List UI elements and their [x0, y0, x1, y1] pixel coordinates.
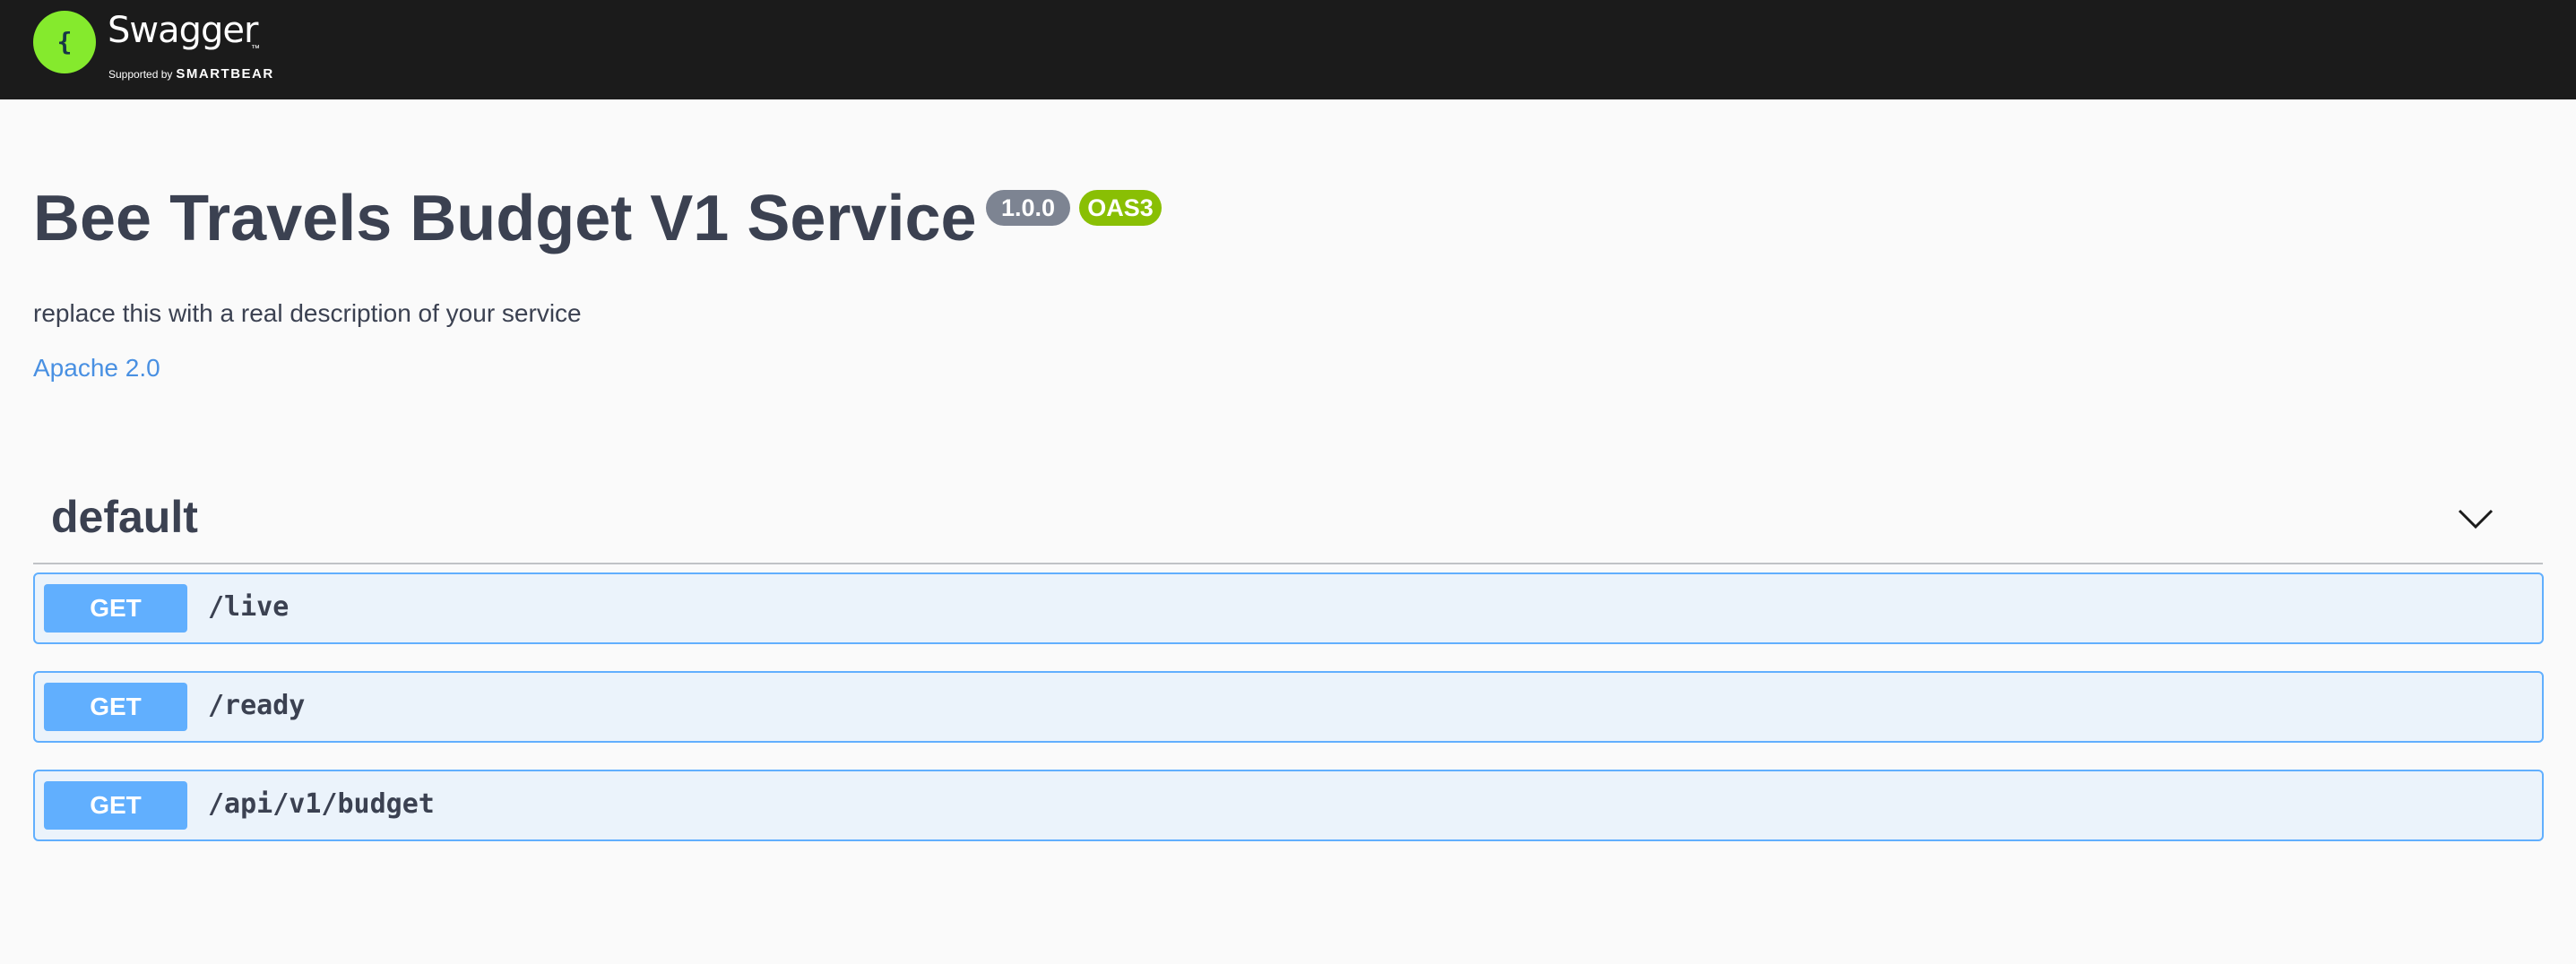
tag-name: default [51, 492, 198, 542]
operation-get-ready[interactable]: GET /ready [33, 671, 2544, 743]
version-badge: 1.0.0 [986, 190, 1070, 226]
top-bar: { Swagger ™ Supported by SMARTBEAR [0, 0, 2576, 99]
license-link[interactable]: Apache 2.0 [33, 356, 160, 381]
api-title: Bee Travels Budget V1 Service [33, 183, 977, 254]
operation-get-budget[interactable]: GET /api/v1/budget [33, 770, 2544, 841]
brand-name[interactable]: Swagger [108, 13, 258, 48]
operation-path: /ready [208, 690, 306, 721]
method-badge: GET [44, 584, 187, 633]
svg-text:{: { [57, 27, 73, 56]
smartbear-wordmark: SMARTBEAR [176, 66, 274, 82]
method-badge: GET [44, 781, 187, 830]
supported-by: Supported by SMARTBEAR [108, 67, 274, 82]
swagger-braces-icon: { [57, 27, 73, 56]
chevron-down-icon[interactable] [2457, 507, 2494, 530]
oas-badge: OAS3 [1079, 190, 1162, 226]
method-badge: GET [44, 683, 187, 731]
operation-get-live[interactable]: GET /live [33, 572, 2544, 644]
tag-section-header[interactable]: default [33, 484, 2543, 564]
operation-path: /api/v1/budget [208, 788, 435, 820]
operation-path: /live [208, 591, 290, 623]
swagger-logo-icon[interactable]: { [33, 11, 96, 73]
supported-by-label: Supported by [108, 68, 173, 81]
brand-trademark: ™ [251, 44, 260, 54]
api-description: replace this with a real description of … [33, 299, 582, 327]
